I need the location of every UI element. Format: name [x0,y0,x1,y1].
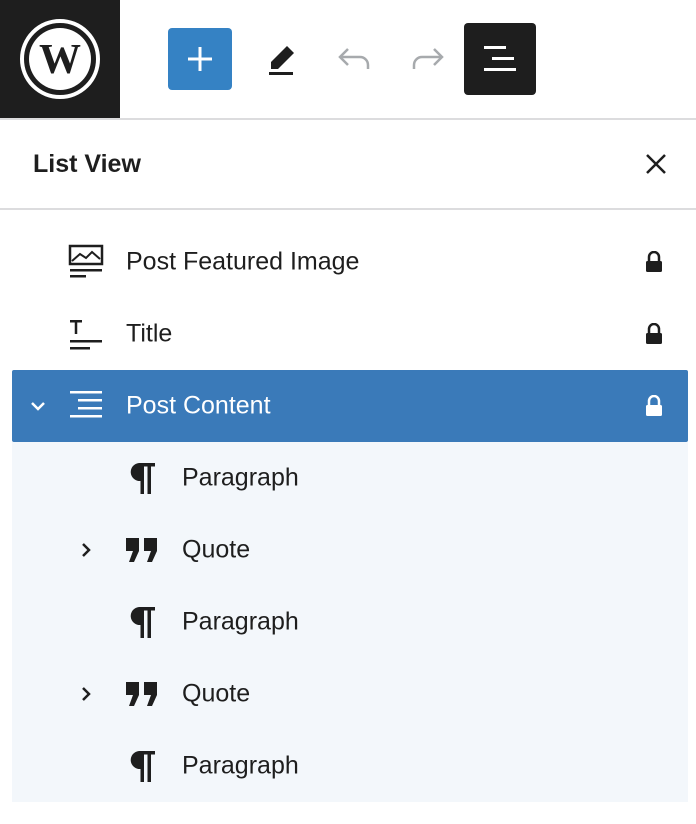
list-item-label: Paragraph [182,463,299,492]
post-content-children: Paragraph Quote Paragraph Quote Paragrap… [12,442,688,802]
editor-header: W [0,0,696,120]
quote-icon [124,532,160,568]
list-item-paragraph[interactable]: Paragraph [12,442,688,514]
chevron-down-icon[interactable] [28,396,48,416]
lock-icon [642,321,666,347]
redo-icon [412,48,444,69]
chevron-right-icon[interactable] [76,540,96,560]
wordpress-logo-button[interactable]: W [0,0,120,118]
list-view-toggle-button[interactable] [464,23,536,95]
pencil-icon [269,46,294,75]
list-item-quote[interactable]: Quote [12,514,688,586]
list-item-label: Post Content [126,391,271,420]
list-item-quote[interactable]: Quote [12,658,688,730]
list-item-post-content[interactable]: Post Content [12,370,688,442]
lock-icon [642,249,666,275]
quote-icon [124,676,160,712]
wordpress-logo-icon: W [20,19,100,99]
paragraph-icon [124,604,160,640]
tools-edit-button[interactable] [250,28,314,90]
list-item-paragraph[interactable]: Paragraph [12,586,688,658]
list-item-label: Paragraph [182,751,299,780]
undo-button[interactable] [322,28,386,90]
list-view-icon [484,46,516,71]
title-icon [68,316,104,352]
list-item-label: Paragraph [182,607,299,636]
list-item-title[interactable]: Title [12,298,688,370]
panel-title: List View [33,150,141,178]
list-item-paragraph[interactable]: Paragraph [12,730,688,802]
chevron-right-icon[interactable] [76,684,96,704]
undo-icon [338,48,370,69]
list-item-label: Title [126,319,173,348]
redo-button[interactable] [396,28,460,90]
paragraph-icon [124,460,160,496]
lock-icon [642,393,666,419]
close-button[interactable] [636,144,676,184]
list-item-post-featured-image[interactable]: Post Featured Image [12,226,688,298]
list-item-label: Quote [182,535,251,564]
plus-icon [188,47,212,71]
featured-image-icon [68,244,104,280]
list-item-label: Post Featured Image [126,247,360,276]
block-list: Post Featured Image Title Post Content P… [12,226,688,802]
paragraph-icon [124,748,160,784]
add-block-button[interactable] [168,28,232,90]
list-view-header: List View [0,120,696,210]
svg-text:W: W [39,37,81,83]
close-icon [646,154,666,174]
post-content-icon [68,388,104,424]
list-item-label: Quote [182,679,251,708]
